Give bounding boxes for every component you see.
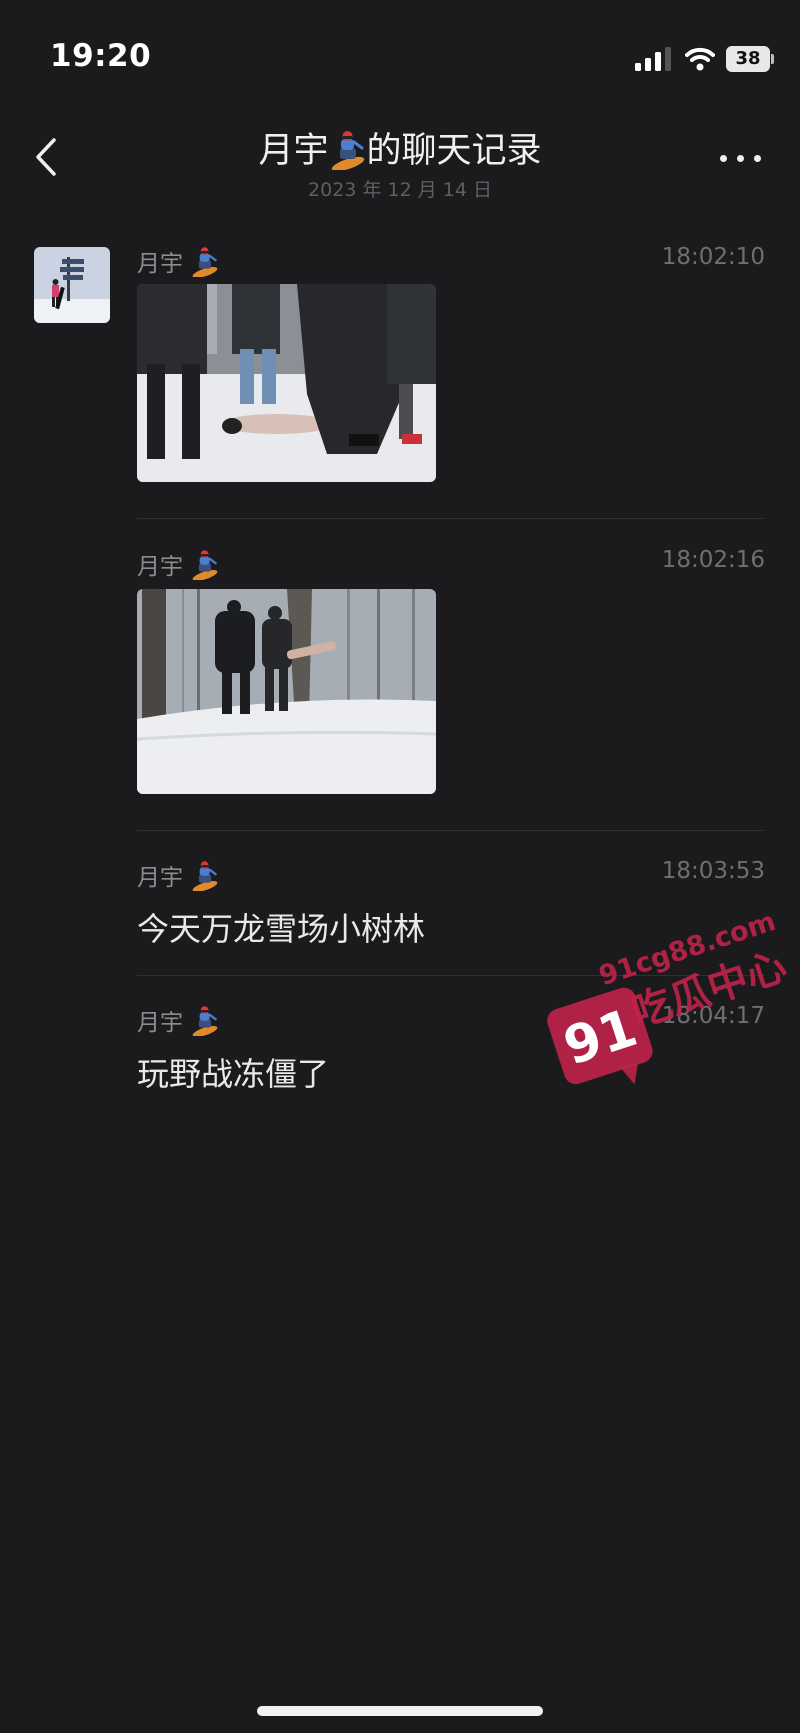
snowboarder-emoji-icon	[190, 548, 220, 580]
battery-icon: 38	[726, 46, 770, 72]
chevron-left-icon[interactable]	[30, 132, 70, 182]
avatar[interactable]	[34, 247, 110, 323]
message-text: 今天万龙雪场小树林	[137, 910, 426, 948]
nav-bar: 月宇 的聊天记录 2023 年 12 月 14 日	[0, 110, 800, 210]
snowboarder-emoji-icon	[329, 128, 367, 170]
title-suffix: 的聊天记录	[366, 131, 542, 171]
message-photo[interactable]	[137, 589, 436, 794]
message-divider	[137, 518, 765, 519]
message-sender: 月宇	[137, 1003, 220, 1037]
message-text: 玩野战冻僵了	[137, 1055, 330, 1093]
message-photo[interactable]	[137, 284, 436, 482]
status-time: 19:20	[50, 38, 152, 74]
message-time: 18:02:10	[661, 244, 765, 270]
message-time: 18:02:16	[661, 547, 765, 573]
message-sender: 月宇	[137, 547, 220, 581]
wifi-icon	[685, 47, 715, 71]
battery-tip	[771, 54, 774, 64]
header-title-block: 月宇 的聊天记录 2023 年 12 月 14 日	[150, 128, 650, 202]
status-bar: 19:20 38	[0, 0, 800, 110]
snowboarder-emoji-icon	[190, 859, 220, 891]
chat-date: 2023 年 12 月 14 日	[308, 179, 492, 201]
snowboarder-emoji-icon	[190, 245, 220, 277]
message-item: 月宇 18:02:16	[137, 547, 765, 797]
page-title: 月宇 的聊天记录	[150, 128, 650, 173]
home-indicator[interactable]	[257, 1706, 543, 1716]
watermark-logo: 91 91cg88.com 吃瓜中心	[547, 906, 790, 1085]
message-item: 月宇 18:02:10	[137, 244, 765, 484]
message-sender: 月宇	[137, 858, 220, 892]
message-divider	[137, 830, 765, 831]
title-name: 月宇	[258, 131, 329, 171]
message-sender: 月宇	[137, 244, 220, 278]
snowboarder-emoji-icon	[190, 1004, 220, 1036]
more-dots-icon[interactable]	[718, 148, 764, 168]
cellular-signal-icon	[635, 47, 671, 71]
message-time: 18:03:53	[661, 858, 765, 884]
